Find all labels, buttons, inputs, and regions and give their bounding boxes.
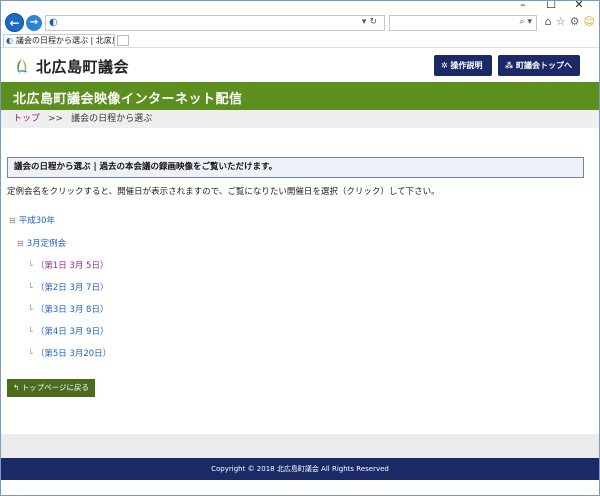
tree-branch-icon: └ xyxy=(28,283,33,292)
feedback-smiley-icon[interactable]: ☺ xyxy=(584,15,595,28)
tree-branch-icon: └ xyxy=(28,327,33,336)
refresh-icon[interactable]: ↻ xyxy=(369,17,380,27)
breadcrumb-separator: >> xyxy=(48,114,64,124)
browser-window: – ☐ ✕ ← → ◐ ▾↻ ⌕ ▾ ⌂ ☆ ⚙ ☺ ◐ 議会の日程から選ぶ |… xyxy=(0,0,600,496)
page-banner: 北広島町議会映像インターネット配信 xyxy=(1,82,599,110)
window-controls: – ☐ ✕ xyxy=(509,1,593,12)
gear-icon[interactable]: ⚙ xyxy=(570,15,580,28)
day-link[interactable]: （第1日 3月 5日） xyxy=(36,261,109,271)
browser-tools: ⌂ ☆ ⚙ ☺ xyxy=(545,15,595,28)
breadcrumb-current: 議会の日程から選ぶ xyxy=(71,114,153,124)
forward-button[interactable]: → xyxy=(26,15,42,31)
tree-node-day[interactable]: └ （第3日 3月 8日） xyxy=(28,303,108,315)
address-tools: ▾↻ xyxy=(362,17,380,27)
home-icon[interactable]: ⌂ xyxy=(545,15,552,28)
search-icon[interactable]: ⌕ xyxy=(520,17,525,27)
favorites-star-icon[interactable]: ☆ xyxy=(556,15,566,28)
dropdown-icon[interactable]: ▾ xyxy=(527,17,532,27)
tab-title: 議会の日程から選ぶ | 北広島... xyxy=(16,36,114,45)
address-bar[interactable]: ◐ ▾↻ xyxy=(45,15,385,31)
page-description: 定例会名をクリックすると、開催日が表示されますので、ご覧になりたい開催日を選択（… xyxy=(7,187,440,197)
tree-branch-icon: └ xyxy=(28,261,33,270)
day-link[interactable]: （第2日 3月 7日） xyxy=(36,283,109,293)
browser-nav-bar: ← → ◐ ▾↻ ⌕ ▾ ⌂ ☆ ⚙ ☺ xyxy=(1,13,599,33)
minimize-button[interactable]: – xyxy=(509,1,537,12)
collapse-toggle-icon[interactable]: ⊟ xyxy=(17,239,24,248)
web-page: 北広島町議会 ✲ 操作説明 ⁂ 町議会トップへ 北広島町議会映像インターネット配… xyxy=(1,47,599,495)
tree-node-day[interactable]: └ （第4日 3月 9日） xyxy=(28,325,108,337)
arrow-left-icon: ← xyxy=(9,16,20,30)
council-top-label: 町議会トップへ xyxy=(515,61,572,70)
tree-branch-icon: └ xyxy=(28,349,33,358)
tree-node-year[interactable]: ⊟ 平成30年 xyxy=(9,214,55,226)
tree-node-day[interactable]: └ （第5日 3月20日） xyxy=(28,347,111,359)
copyright-text: Copyright © 2018 北広島町議会 All Rights Reser… xyxy=(211,465,389,473)
tab-bar: ◐ 議会の日程から選ぶ | 北広島... × xyxy=(1,34,599,47)
site-logo[interactable]: 北広島町議会 xyxy=(13,56,129,77)
breadcrumb-home-link[interactable]: トップ xyxy=(13,114,40,124)
gear-icon: ✲ xyxy=(441,61,448,70)
breadcrumb: トップ >> 議会の日程から選ぶ xyxy=(1,110,599,128)
back-button[interactable]: ← xyxy=(5,13,24,32)
site-header: 北広島町議会 ✲ 操作説明 ⁂ 町議会トップへ xyxy=(1,48,599,82)
collapse-toggle-icon[interactable]: ⊟ xyxy=(9,216,16,225)
sitemap-icon: ⁂ xyxy=(505,61,514,70)
tree-node-session[interactable]: ⊟ 3月定例会 xyxy=(17,237,66,249)
back-to-top-button[interactable]: ↰ トップページに戻る xyxy=(7,379,95,397)
search-tools: ⌕ ▾ xyxy=(520,17,532,27)
day-link[interactable]: （第5日 3月20日） xyxy=(36,349,111,359)
council-top-button[interactable]: ⁂ 町議会トップへ xyxy=(498,55,580,76)
back-to-top-label: トップページに戻る xyxy=(21,383,90,392)
tab-close-icon[interactable]: × xyxy=(105,35,112,47)
tree-node-day[interactable]: └ （第1日 3月 5日） xyxy=(28,259,108,271)
tab-active[interactable]: ◐ 議会の日程から選ぶ | 北広島... × xyxy=(3,34,115,47)
town-emblem-icon xyxy=(16,58,29,74)
help-button-label: 操作説明 xyxy=(450,61,483,70)
close-window-button[interactable]: ✕ xyxy=(565,1,593,12)
title-bar: – ☐ ✕ xyxy=(1,1,599,11)
tree-branch-icon: └ xyxy=(28,305,33,314)
tree-node-day[interactable]: └ （第2日 3月 7日） xyxy=(28,281,108,293)
site-footer: Copyright © 2018 北広島町議会 All Rights Reser… xyxy=(1,458,599,480)
day-link[interactable]: （第4日 3月 9日） xyxy=(36,327,109,337)
search-box[interactable]: ⌕ ▾ xyxy=(389,15,537,31)
session-label[interactable]: 3月定例会 xyxy=(27,239,66,249)
banner-title: 北広島町議会映像インターネット配信 xyxy=(13,92,243,107)
arrow-right-icon: → xyxy=(29,17,39,28)
help-button[interactable]: ✲ 操作説明 xyxy=(434,55,492,76)
ie-page-icon: ◐ xyxy=(6,36,13,45)
ie-page-icon: ◐ xyxy=(49,17,58,28)
maximize-button[interactable]: ☐ xyxy=(537,1,565,12)
page-notice: 議会の日程から選ぶ | 過去の本会議の録画映像をご覧いただけます。 xyxy=(7,157,584,178)
year-label[interactable]: 平成30年 xyxy=(19,216,55,226)
return-arrow-icon: ↰ xyxy=(13,383,20,392)
footer-spacer xyxy=(1,434,599,458)
new-tab-button[interactable] xyxy=(117,35,129,46)
site-name: 北広島町議会 xyxy=(36,58,130,76)
day-link[interactable]: （第3日 3月 8日） xyxy=(36,305,109,315)
